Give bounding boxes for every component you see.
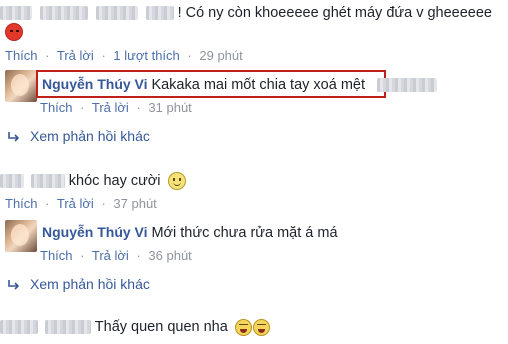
like-link[interactable]: Thích: [5, 196, 38, 211]
reply-arrow-icon: [8, 132, 20, 142]
timestamp[interactable]: 37 phút: [113, 196, 156, 211]
reply-link[interactable]: Trả lời: [57, 196, 94, 211]
like-link[interactable]: Thích: [5, 48, 38, 63]
laughing-emoji-icon: [252, 318, 270, 336]
comment-2: khóc hay cười: [0, 172, 187, 191]
separator: ·: [136, 248, 141, 263]
separator: ·: [80, 248, 85, 263]
separator: ·: [136, 100, 141, 115]
blurred-name: [0, 6, 32, 21]
blurred-name: [30, 174, 65, 189]
like-link[interactable]: Thích: [40, 100, 73, 115]
blurred-name: [39, 6, 88, 21]
more-replies-link[interactable]: Xem phản hồi khác: [8, 276, 150, 292]
separator: ·: [45, 196, 50, 211]
blurred-name: [145, 6, 174, 21]
reply-author-link[interactable]: Nguyễn Thúy Vi: [42, 76, 148, 92]
angry-emoji-icon: [5, 23, 23, 42]
reply-1-actions: Thích · Trả lời · 31 phút: [40, 100, 192, 115]
avatar[interactable]: [5, 220, 37, 252]
reply-arrow-icon: [8, 280, 20, 290]
blurred-name: [0, 174, 24, 189]
timestamp[interactable]: 31 phút: [148, 100, 191, 115]
comment-3: Thấy quen quen nha: [0, 318, 270, 336]
reply-link[interactable]: Trả lời: [57, 48, 94, 63]
separator: ·: [45, 48, 50, 63]
more-replies-link[interactable]: Xem phản hồi khác: [8, 128, 150, 144]
timestamp[interactable]: 36 phút: [148, 248, 191, 263]
comment-2-actions: Thích · Trả lời · 37 phút: [5, 196, 157, 211]
separator: ·: [187, 48, 192, 63]
more-replies-label[interactable]: Xem phản hồi khác: [30, 128, 150, 144]
reply-2-actions: Thích · Trả lời · 36 phút: [40, 248, 192, 263]
laughing-emoji-icon: [234, 318, 252, 336]
reply-text: Mới thức chưa rửa mặt á má: [151, 225, 338, 241]
comment-1: ! Có ny còn khoeeeee ghét máy đứa v ghee…: [0, 4, 492, 21]
reply-text: Kakaka mai mốt chia tay xoá mệt: [151, 77, 366, 93]
blurred-text: [376, 78, 437, 93]
reply-2: Nguyễn Thúy Vi Mới thức chưa rửa mặt á m…: [42, 224, 338, 241]
separator: ·: [101, 196, 106, 211]
reply-1: Nguyễn Thúy Vi Kakaka mai mốt chia tay x…: [42, 76, 437, 93]
reply-link[interactable]: Trả lời: [92, 248, 129, 263]
separator: ·: [101, 48, 106, 63]
avatar[interactable]: [5, 70, 37, 102]
like-link[interactable]: Thích: [40, 248, 73, 263]
smile-emoji-icon: [168, 172, 187, 191]
likes-count-link[interactable]: 1 lượt thích: [113, 48, 179, 63]
blurred-name: [44, 320, 91, 335]
comment-text: khóc hay cười: [68, 173, 161, 189]
blurred-name: [0, 320, 38, 335]
comment-text: Thấy quen quen nha: [94, 319, 228, 335]
timestamp[interactable]: 29 phút: [199, 48, 242, 63]
separator: ·: [80, 100, 85, 115]
reply-author-link[interactable]: Nguyễn Thúy Vi: [42, 224, 148, 240]
comment-text: ! Có ny còn khoeeeee ghét máy đứa v ghee…: [177, 5, 492, 21]
comment-1-actions: Thích · Trả lời · 1 lượt thích · 29 phút: [5, 48, 243, 63]
more-replies-label[interactable]: Xem phản hồi khác: [30, 276, 150, 292]
reply-link[interactable]: Trả lời: [92, 100, 129, 115]
blurred-name: [95, 6, 138, 21]
